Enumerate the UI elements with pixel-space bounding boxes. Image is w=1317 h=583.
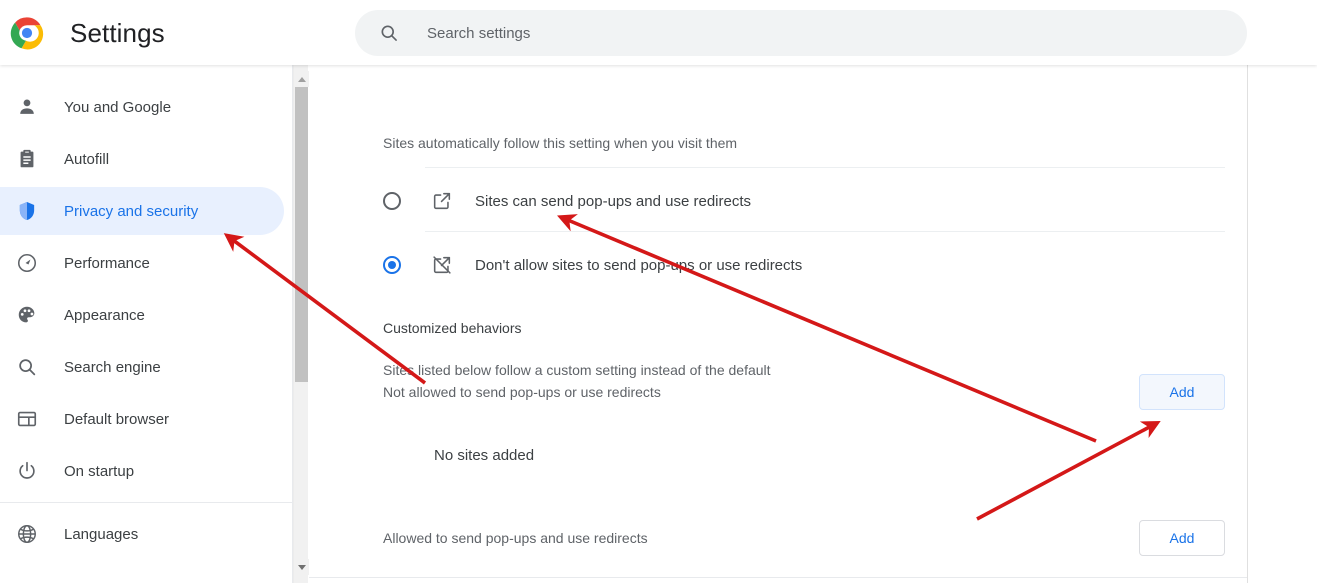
sidebar-scrollbar[interactable] [293, 65, 309, 583]
sidebar-item-label: Languages [64, 525, 139, 543]
sidebar-item-privacy-and-security[interactable]: Privacy and security [0, 187, 284, 235]
open-in-new-off-icon [431, 254, 453, 276]
sidebar-item-appearance[interactable]: Appearance [0, 291, 284, 339]
open-in-new-icon [431, 190, 453, 212]
search-icon [379, 23, 399, 43]
sidebar-item-performance[interactable]: Performance [0, 239, 284, 287]
blocked-sites-empty-message: No sites added [434, 447, 535, 464]
settings-content-panel: Sites automatically follow this setting … [309, 65, 1248, 583]
add-allowed-site-button[interactable]: Add [1139, 520, 1225, 556]
sidebar-item-autofill[interactable]: Autofill [0, 135, 284, 183]
shield-icon [16, 200, 38, 222]
content-bottom-divider [309, 577, 1247, 578]
radio-option-label: Don't allow sites to send pop-ups or use… [475, 256, 803, 274]
power-icon [16, 460, 38, 482]
sidebar-item-label: Autofill [64, 150, 110, 168]
sidebar-item-label: You and Google [64, 98, 172, 116]
blocked-sites-label: Not allowed to send pop-ups or use redir… [383, 384, 661, 400]
default-behavior-description: Sites automatically follow this setting … [383, 135, 738, 151]
sidebar-item-label: Privacy and security [64, 202, 199, 220]
content-divider [425, 231, 1225, 232]
sidebar-item-on-startup[interactable]: On startup [0, 447, 284, 495]
radio-option-allow-popups[interactable]: Sites can send pop-ups and use redirects [383, 173, 1225, 229]
scroll-up-arrow-icon[interactable] [294, 71, 309, 87]
radio-option-block-popups[interactable]: Don't allow sites to send pop-ups or use… [383, 237, 1225, 293]
sidebar-item-search-engine[interactable]: Search engine [0, 343, 284, 391]
search-settings-box[interactable] [355, 10, 1247, 56]
sidebar-item-label: Appearance [64, 306, 145, 324]
scroll-down-arrow-icon[interactable] [294, 559, 309, 575]
clipboard-icon [16, 148, 38, 170]
scrollbar-thumb[interactable] [295, 87, 308, 382]
sidebar-item-label: Search engine [64, 358, 161, 376]
radio-option-label: Sites can send pop-ups and use redirects [475, 192, 751, 210]
radio-button[interactable] [383, 256, 401, 274]
search-input[interactable] [425, 23, 1129, 43]
customized-behaviors-title: Customized behaviors [383, 320, 522, 336]
right-gutter [1248, 65, 1317, 583]
sidebar-item-languages[interactable]: Languages [0, 510, 284, 558]
allowed-sites-label: Allowed to send pop-ups and use redirect… [383, 530, 648, 546]
speedometer-icon [16, 252, 38, 274]
chrome-settings-window: Settings You and Google [0, 0, 1317, 583]
allowed-sites-section-header: Allowed to send pop-ups and use redirect… [383, 512, 1225, 564]
globe-icon [16, 523, 38, 545]
sidebar-item-label: On startup [64, 462, 135, 480]
sidebar-item-default-browser[interactable]: Default browser [0, 395, 284, 443]
radio-button[interactable] [383, 192, 401, 210]
sidebar-item-label: Default browser [64, 410, 170, 428]
content-divider [425, 167, 1225, 168]
settings-sidebar: You and Google Autofill Privacy and secu… [0, 65, 293, 583]
sidebar-divider [0, 502, 292, 503]
browser-window-icon [16, 408, 38, 430]
settings-header: Settings [0, 0, 1317, 65]
page-title: Settings [70, 18, 165, 48]
person-icon [16, 96, 38, 118]
palette-icon [16, 304, 38, 326]
add-blocked-site-button[interactable]: Add [1139, 374, 1225, 410]
blocked-sites-section-header: Not allowed to send pop-ups or use redir… [383, 366, 1225, 418]
magnifier-icon [16, 356, 38, 378]
sidebar-item-label: Performance [64, 254, 150, 272]
chrome-logo-icon [10, 16, 44, 50]
sidebar-item-you-and-google[interactable]: You and Google [0, 83, 284, 131]
